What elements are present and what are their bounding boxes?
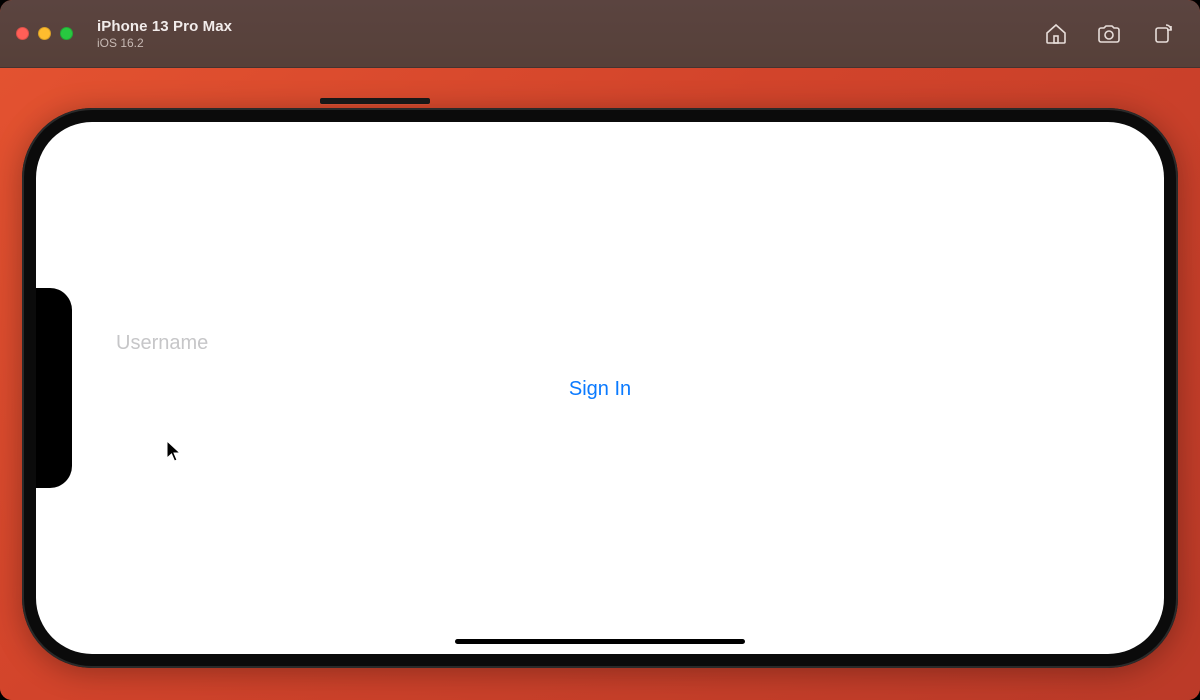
- app-content: Username Sign In: [36, 122, 1164, 654]
- os-subtitle: iOS 16.2: [97, 36, 232, 50]
- close-window-button[interactable]: [16, 27, 29, 40]
- username-placeholder: Username: [116, 332, 208, 354]
- maximize-window-button[interactable]: [60, 27, 73, 40]
- titlebar-titles: iPhone 13 Pro Max iOS 16.2: [97, 18, 232, 50]
- minimize-window-button[interactable]: [38, 27, 51, 40]
- device-side-button: [320, 98, 430, 104]
- home-button[interactable]: [1044, 22, 1068, 46]
- home-icon: [1044, 22, 1068, 46]
- traffic-lights: [16, 27, 73, 40]
- home-indicator[interactable]: [455, 639, 745, 644]
- device-title: iPhone 13 Pro Max: [97, 18, 232, 35]
- sign-in-button[interactable]: Sign In: [569, 378, 631, 401]
- screenshot-button[interactable]: [1096, 22, 1122, 46]
- simulator-window: iPhone 13 Pro Max iOS 16.2: [0, 0, 1200, 700]
- desktop-background: Username Sign In: [0, 68, 1200, 700]
- device-frame: Username Sign In: [22, 108, 1178, 668]
- username-input[interactable]: Username: [116, 332, 616, 355]
- rotate-button[interactable]: [1150, 22, 1174, 46]
- screenshot-icon: [1096, 22, 1122, 46]
- titlebar-actions: [1044, 22, 1184, 46]
- simulator-titlebar: iPhone 13 Pro Max iOS 16.2: [0, 0, 1200, 68]
- rotate-icon: [1150, 22, 1174, 46]
- device-screen[interactable]: Username Sign In: [36, 122, 1164, 654]
